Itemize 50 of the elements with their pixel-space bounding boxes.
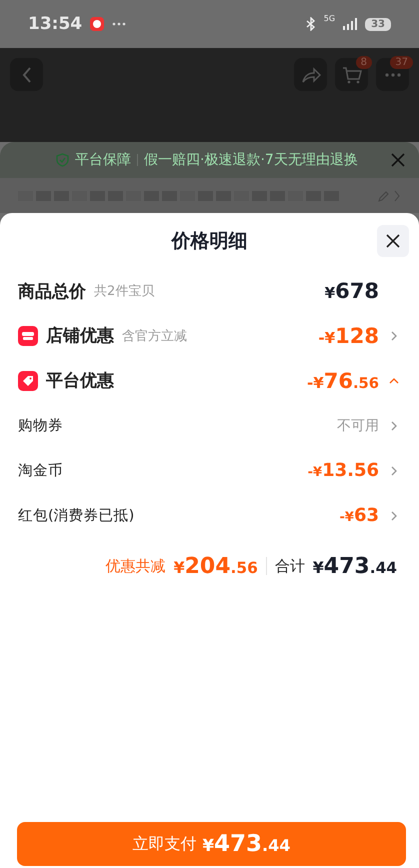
row-note: 共2件宝贝 (94, 283, 154, 300)
battery-level: 33 (365, 18, 391, 30)
sheet-title: 价格明细 (172, 229, 248, 254)
shield-icon (56, 153, 69, 167)
chevron-up-icon[interactable] (389, 376, 399, 386)
row-value: 不可用 (337, 416, 379, 434)
status-time: 13:54 (28, 14, 82, 34)
row-label: 淘金币 (18, 462, 63, 480)
total-price: ¥678 (324, 279, 379, 303)
more-notifications-icon (112, 22, 126, 26)
more-icon[interactable] (384, 72, 402, 76)
pay-price: ¥473.44 (202, 831, 291, 857)
back-button[interactable] (10, 58, 43, 91)
shop-icon (18, 326, 38, 346)
network-label: 5G (324, 14, 336, 23)
total-label: 合计 (274, 556, 305, 576)
chevron-right-icon[interactable] (389, 510, 399, 520)
savings-price: ¥204.56 (174, 554, 258, 578)
row-label: 商品总价 (18, 280, 86, 302)
count-badge: 8 (356, 56, 372, 69)
signal-icon (343, 18, 358, 30)
row-label: 平台优惠 (46, 370, 114, 392)
back-icon[interactable] (22, 66, 32, 82)
chevron-right-icon[interactable] (389, 330, 399, 340)
discount-price: -¥76.56 (306, 368, 379, 392)
pay-button[interactable]: 立即支付 ¥473.44 (17, 822, 406, 866)
close-icon[interactable] (386, 234, 400, 248)
count-badge: 37 (390, 56, 413, 69)
row-note: 含官方立减 (122, 328, 187, 344)
discount-price: -¥13.56 (308, 460, 379, 481)
share-icon[interactable] (300, 66, 320, 82)
row-label: 店铺优惠 (46, 325, 114, 347)
total-price: ¥473.44 (312, 554, 397, 578)
row-label: 购物券 (18, 417, 63, 435)
chevron-right-icon[interactable] (393, 190, 401, 202)
edit-icon[interactable] (378, 190, 390, 202)
discount-price: -¥128 (318, 324, 379, 348)
share-button[interactable] (294, 58, 327, 91)
guarantee-title: 平台保障 (75, 151, 131, 169)
chevron-right-icon[interactable] (389, 466, 399, 476)
discount-price: -¥63 (340, 505, 379, 526)
bluetooth-icon (306, 17, 316, 31)
close-button[interactable] (377, 225, 409, 257)
app-notification-icon (90, 17, 104, 31)
cart-icon[interactable] (342, 66, 362, 84)
guarantee-text: 假一赔四·极速退款·7天无理由退换 (144, 151, 358, 169)
row-label: 红包(消费券已抵) (18, 507, 134, 525)
chevron-right-icon[interactable] (389, 420, 399, 430)
savings-label: 优惠共减 (106, 556, 166, 576)
tag-icon (18, 370, 38, 390)
